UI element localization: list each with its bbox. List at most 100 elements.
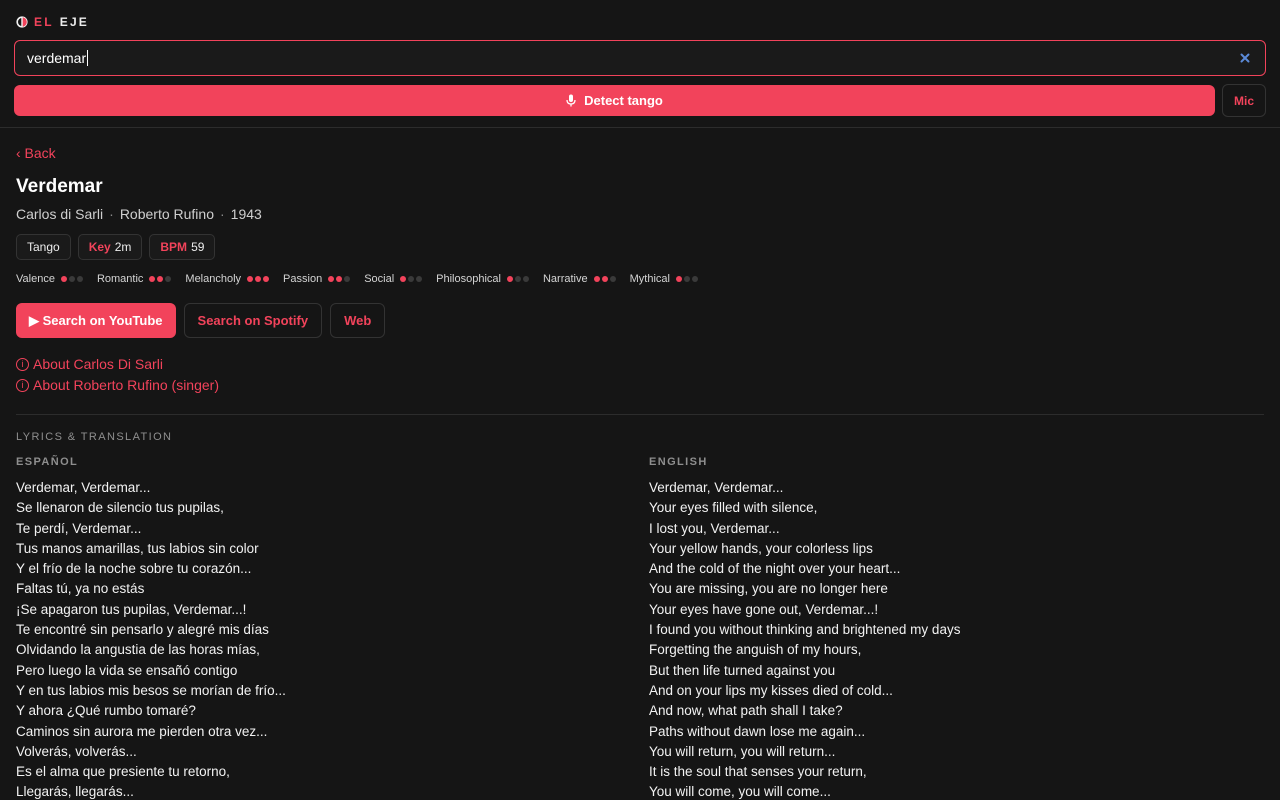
- top-bar: EL EJE verdemar Detect tango Mic: [0, 0, 1280, 128]
- lyric-line: You will come, you will come...: [649, 784, 831, 800]
- lyric-line: Paths without dawn lose me again...: [649, 723, 866, 739]
- mood-level-indicator: [328, 276, 351, 282]
- mood-mythical: Mythical: [630, 273, 698, 285]
- mood-philosophical: Philosophical: [436, 273, 529, 285]
- lyric-line: Tus manos amarillas, tus labios sin colo…: [16, 540, 259, 556]
- text-caret: [87, 50, 89, 66]
- lyric-line: And on your lips my kisses died of cold.…: [649, 682, 893, 698]
- mood-level-dot: [255, 276, 262, 282]
- spanish-heading: ESPAÑOL: [16, 456, 79, 468]
- genre-chip: Tango: [16, 234, 71, 260]
- mood-label: Social: [364, 273, 395, 285]
- mood-level-dot: [609, 276, 616, 282]
- singer-name: Roberto Rufino: [119, 206, 214, 222]
- lyric-line: Y el frío de la noche sobre tu corazón..…: [16, 561, 252, 577]
- action-buttons: ▶ Search on YouTube Search on Spotify We…: [16, 303, 386, 338]
- lyric-line: Te encontré sin pensarlo y alegré mis dí…: [16, 622, 269, 638]
- logo-text-eje: EJE: [59, 15, 90, 29]
- lyric-line: Llegarás, llegarás...: [16, 784, 134, 800]
- lyric-line: You will return, you will return...: [649, 743, 836, 759]
- mood-level-dot: [408, 276, 415, 282]
- track-title: Verdemar: [16, 176, 103, 197]
- close-icon: [1240, 53, 1250, 63]
- mood-level-dot: [336, 276, 343, 282]
- mood-level-dot: [60, 276, 67, 282]
- mood-romantic: Romantic: [97, 273, 172, 285]
- web-search-button[interactable]: Web: [330, 303, 386, 338]
- mood-valence: Valence: [16, 273, 83, 285]
- search-input[interactable]: verdemar: [27, 50, 1237, 66]
- english-lyrics: Verdemar, Verdemar... Your eyes filled wi…: [649, 478, 1249, 800]
- mood-level-dot: [514, 276, 521, 282]
- lyric-line: Your eyes have gone out, Verdemar...!: [649, 601, 879, 617]
- lyric-line: Volverás, volverás...: [16, 743, 137, 759]
- mood-level-dot: [506, 276, 513, 282]
- key-chip: Key 2m: [77, 234, 143, 260]
- app-logo[interactable]: EL EJE: [16, 14, 89, 30]
- detect-tango-button[interactable]: Detect tango: [14, 85, 1215, 116]
- mood-level-dot: [247, 276, 254, 282]
- mood-level-dot: [593, 276, 600, 282]
- lyric-line: Olvidando la angustia de las horas mías,: [16, 642, 260, 658]
- separator-dot: ·: [219, 206, 225, 222]
- lyrics-section-title: LYRICS & TRANSLATION: [16, 431, 173, 443]
- lyric-line: Te perdí, Verdemar...: [16, 520, 142, 536]
- lyric-line: Your eyes filled with silence,: [649, 500, 818, 516]
- about-singer-label: About Roberto Rufino (singer): [33, 377, 219, 393]
- lyric-line: Y en tus labios mis besos se morían de f…: [16, 682, 286, 698]
- lyric-line: Y ahora ¿Qué rumbo tomaré?: [16, 703, 196, 719]
- lyric-line: Your yellow hands, your colorless lips: [649, 540, 873, 556]
- mood-level-dot: [522, 276, 529, 282]
- lyric-line: Forgetting the anguish of my hours,: [649, 642, 862, 658]
- mood-level-dot: [76, 276, 83, 282]
- mood-melancholy: Melancholy: [185, 273, 270, 285]
- mood-level-dot: [675, 276, 682, 282]
- mood-level-dot: [328, 276, 335, 282]
- lyric-line: Es el alma que presiente tu retorno,: [16, 764, 230, 780]
- mood-level-dot: [416, 276, 423, 282]
- mood-level-dot: [165, 276, 172, 282]
- lyric-line: And the cold of the night over your hear…: [649, 561, 901, 577]
- clear-search-button[interactable]: [1237, 50, 1253, 66]
- separator-dot: ·: [109, 206, 114, 222]
- lyric-line: ¡Se apagaron tus pupilas, Verdemar...!: [16, 601, 247, 617]
- spanish-lyrics: Verdemar, Verdemar... Se llenaron de sile…: [16, 478, 616, 800]
- lyric-line: Verdemar, Verdemar...: [16, 480, 151, 495]
- mood-narrative: Narrative: [543, 273, 616, 285]
- search-box[interactable]: verdemar: [14, 40, 1266, 76]
- key-label: Key: [88, 240, 111, 254]
- detect-tango-label: Detect tango: [584, 93, 663, 108]
- lyric-line: Se llenaron de silencio tus pupilas,: [16, 500, 224, 516]
- mood-level-indicator: [247, 276, 270, 282]
- section-divider: [16, 414, 1264, 415]
- back-link[interactable]: ‹ Back: [16, 145, 56, 161]
- info-icon: i: [16, 357, 29, 371]
- mic-label: Mic: [1233, 93, 1254, 108]
- lyric-line: Pero luego la vida se ensañó contigo: [16, 662, 238, 678]
- mic-button[interactable]: Mic: [1222, 84, 1266, 117]
- lyric-line: Verdemar, Verdemar...: [649, 480, 784, 495]
- mood-level-indicator: [400, 276, 423, 282]
- bpm-chip: BPM 59: [149, 234, 216, 260]
- bpm-label: BPM: [160, 240, 188, 254]
- mood-label: Mythical: [629, 273, 670, 285]
- orchestra-name: Carlos di Sarli: [16, 206, 104, 222]
- mood-level-dot: [400, 276, 407, 282]
- mood-level-indicator: [149, 276, 172, 282]
- mood-level-dot: [691, 276, 698, 282]
- mood-label: Passion: [283, 273, 323, 285]
- lyric-line: But then life turned against you: [649, 662, 836, 678]
- mood-level-indicator: [60, 276, 83, 282]
- lyrics-english-column: ENGLISH Verdemar, Verdemar... Your eyes f…: [649, 456, 1249, 800]
- bpm-value: 59: [191, 240, 205, 254]
- spotify-search-button[interactable]: Search on Spotify: [183, 303, 323, 338]
- about-singer-link[interactable]: i About Roberto Rufino (singer): [16, 377, 219, 393]
- mood-level-indicator: [506, 276, 529, 282]
- youtube-search-button[interactable]: ▶ Search on YouTube: [16, 303, 176, 338]
- mood-level-indicator: [593, 276, 616, 282]
- mood-level-indicator: [675, 276, 698, 282]
- english-heading: ENGLISH: [649, 456, 708, 468]
- lyric-line: I lost you, Verdemar...: [649, 520, 780, 536]
- mood-passion: Passion: [283, 273, 351, 285]
- about-orchestra-link[interactable]: i About Carlos Di Sarli: [16, 356, 163, 372]
